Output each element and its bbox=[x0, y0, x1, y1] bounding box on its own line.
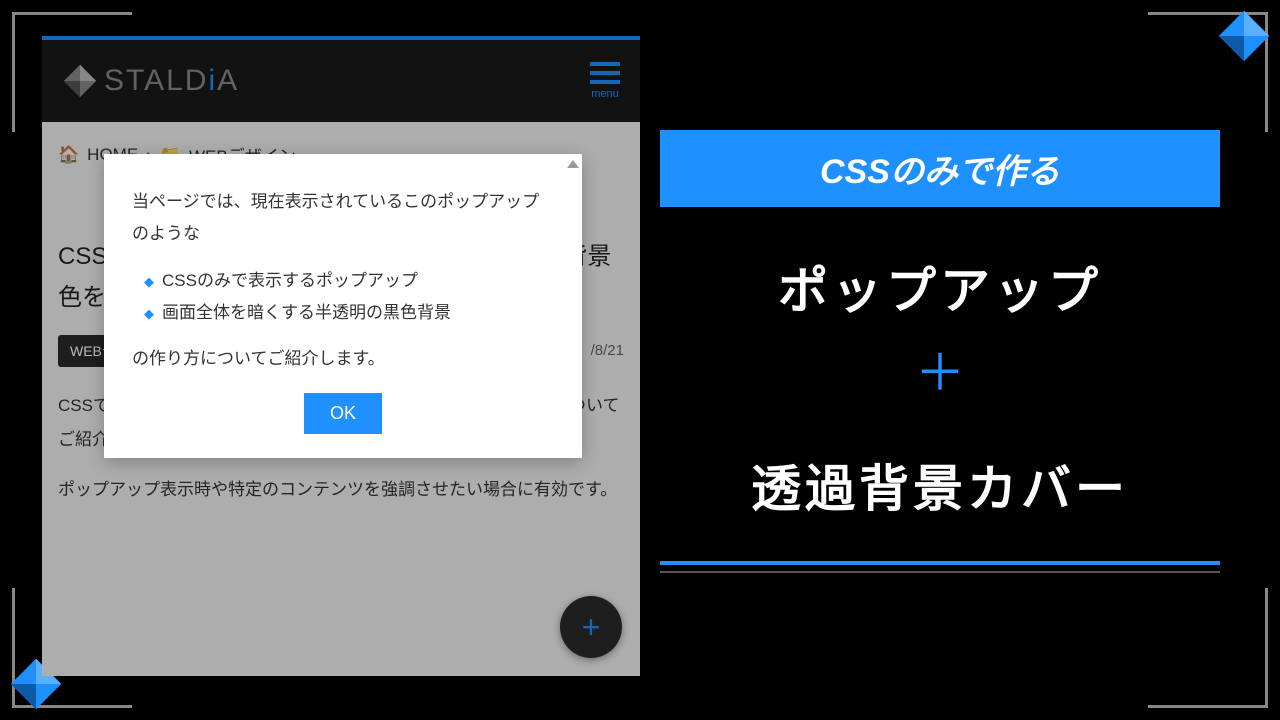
popup-list-item: CSSのみで表示するポップアップ bbox=[144, 265, 554, 297]
popup-dialog: 当ページでは、現在表示されているこのポップアップのような CSSのみで表示するポ… bbox=[104, 154, 582, 458]
title-line-2: 透過背景カバー bbox=[660, 449, 1220, 521]
ok-button[interactable]: OK bbox=[304, 393, 382, 434]
subtitle-label: CSSのみで作る bbox=[660, 130, 1220, 207]
popup-intro: 当ページでは、現在表示されているこのポップアップのような bbox=[132, 186, 554, 251]
title-graphic-pane: CSSのみで作る ポップアップ ＋ 透過背景カバー bbox=[660, 130, 1220, 573]
scrollbar-up-icon[interactable] bbox=[567, 160, 579, 168]
plus-separator-icon: ＋ bbox=[660, 333, 1220, 405]
diamond-decoration-icon bbox=[1216, 8, 1272, 64]
divider-blue bbox=[660, 561, 1220, 565]
title-line-1: ポップアップ bbox=[660, 251, 1220, 323]
popup-list-item: 画面全体を暗くする半透明の黒色背景 bbox=[144, 297, 554, 329]
divider-gray bbox=[660, 571, 1220, 573]
mobile-preview-pane: STALDiA menu 🏠 HOME › 📁 WEBデザイン CSSで簡単に作… bbox=[42, 36, 640, 676]
popup-outro: の作り方についてご紹介します。 bbox=[132, 343, 554, 375]
